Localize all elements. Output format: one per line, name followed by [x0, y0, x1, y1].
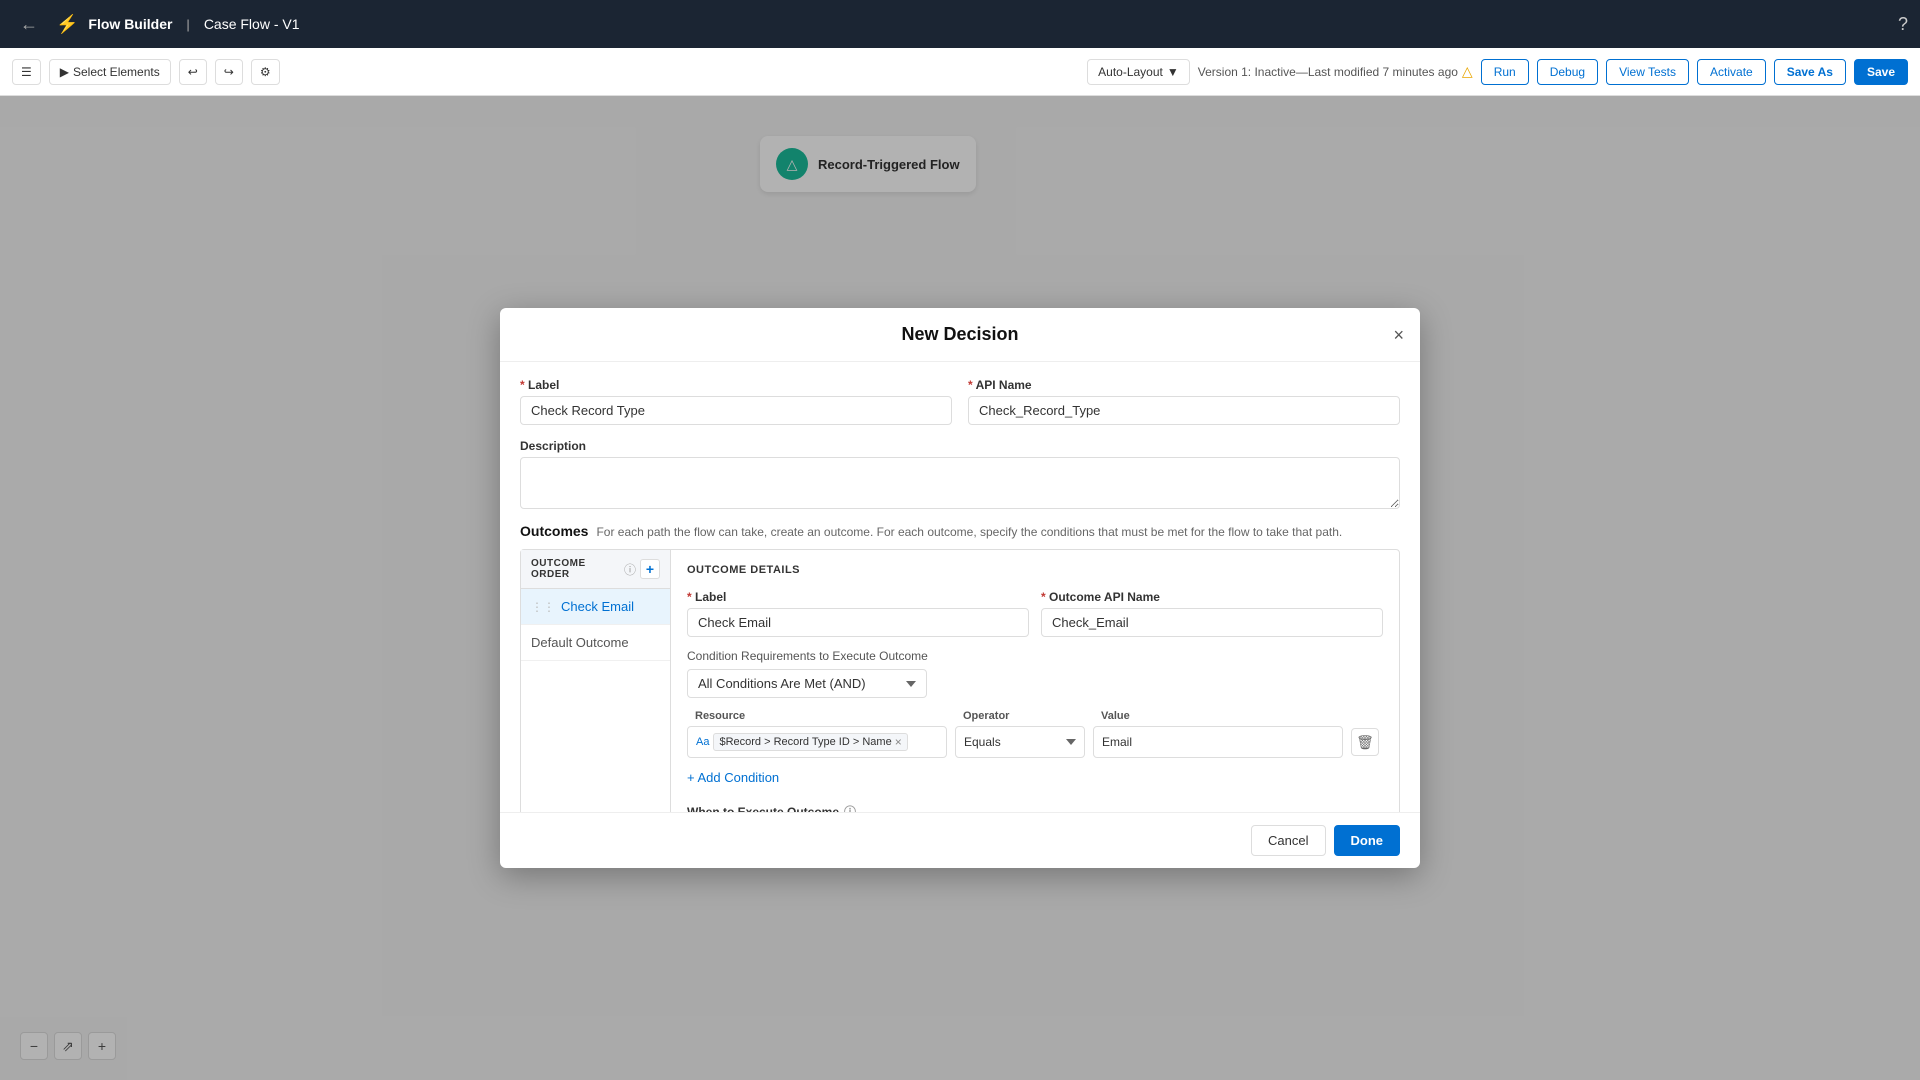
resource-type-icon: Aa	[696, 736, 709, 748]
when-execute-section: When to Execute Outcome ⓘ If the conditi…	[687, 803, 1383, 812]
when-execute-info-icon[interactable]: ⓘ	[844, 803, 856, 812]
condition-value-input[interactable]	[1093, 726, 1343, 758]
api-name-input[interactable]	[968, 396, 1400, 425]
nav-separator: |	[186, 17, 189, 32]
resource-col-label: Resource	[695, 710, 955, 722]
label-apiname-row: * Label * API Name	[520, 378, 1400, 425]
modal-body: * Label * API Name Description	[500, 362, 1420, 812]
description-row: Description	[520, 439, 1400, 509]
outcome-item-default[interactable]: Default Outcome	[521, 625, 670, 661]
drag-handle-icon: ⋮⋮	[531, 600, 555, 614]
condition-table-header: Resource Operator Value	[687, 710, 1383, 722]
outcome-api-name-required: *	[1041, 590, 1046, 604]
modal-footer: Cancel Done	[500, 812, 1420, 868]
warning-icon: △	[1462, 63, 1473, 80]
label-field-label: * Label	[520, 378, 952, 392]
select-elements-label: Select Elements	[73, 65, 160, 79]
outcome-order-label: OUTCOME ORDER	[531, 558, 624, 580]
settings-button[interactable]: ⚙	[251, 59, 280, 85]
save-as-button[interactable]: Save As	[1774, 59, 1846, 85]
outcome-details-header: OUTCOME DETAILS	[687, 564, 1383, 576]
add-condition-button[interactable]: + Add Condition	[687, 766, 779, 789]
outcomes-desc: For each path the flow can take, create …	[596, 525, 1342, 539]
api-name-field-group: * API Name	[968, 378, 1400, 425]
help-icon[interactable]: ?	[1898, 14, 1908, 35]
when-execute-label: When to Execute Outcome ⓘ	[687, 803, 1383, 812]
outcomes-header: Outcomes For each path the flow can take…	[520, 523, 1400, 539]
condition-req-section: Condition Requirements to Execute Outcom…	[687, 649, 1383, 698]
outcome-label-input[interactable]	[687, 608, 1029, 637]
condition-req-label: Condition Requirements to Execute Outcom…	[687, 649, 1383, 663]
done-button[interactable]: Done	[1334, 825, 1401, 856]
value-col-label: Value	[1101, 710, 1351, 722]
delete-icon: 🗑	[1356, 734, 1374, 751]
outcome-label-required: *	[687, 590, 692, 604]
condition-delete-button[interactable]: 🗑	[1351, 728, 1379, 756]
label-field-group: * Label	[520, 378, 952, 425]
version-label: Version 1: Inactive—Last modified 7 minu…	[1198, 63, 1473, 80]
resource-tag-close-icon[interactable]: ×	[895, 735, 902, 749]
add-outcome-button[interactable]: +	[640, 559, 660, 579]
outcome-api-name-group: * Outcome API Name	[1041, 590, 1383, 637]
outcome-order-actions: ⓘ +	[624, 559, 660, 579]
outcome-order-header: OUTCOME ORDER ⓘ +	[521, 550, 670, 589]
condition-row: Aa $Record > Record Type ID > Name × Equ…	[687, 726, 1383, 758]
operator-select[interactable]: Equals Not Equal To Contains Starts With…	[955, 726, 1085, 758]
outcome-label-apiname-row: * Label * Outcome API Name	[687, 590, 1383, 637]
redo-button[interactable]: ↪	[215, 59, 243, 85]
outcomes-title: Outcomes	[520, 523, 588, 539]
api-name-required-star: *	[968, 378, 973, 392]
label-required-star: *	[520, 378, 525, 392]
outcome-order-panel: OUTCOME ORDER ⓘ + ⋮⋮ Check Email Default…	[521, 550, 671, 812]
canvas: △ Record-Triggered Flow − ⇗ + New Decisi…	[0, 96, 1920, 1080]
select-elements-button[interactable]: ▶ Select Elements	[49, 59, 171, 85]
description-field-label: Description	[520, 439, 1400, 453]
auto-layout-button[interactable]: Auto-Layout ▼	[1087, 59, 1190, 85]
cancel-button[interactable]: Cancel	[1251, 825, 1325, 856]
chevron-down-icon: ▼	[1167, 65, 1179, 79]
debug-button[interactable]: Debug	[1537, 59, 1598, 85]
outcome-default-label: Default Outcome	[531, 635, 629, 650]
save-button[interactable]: Save	[1854, 59, 1908, 85]
toolbar-right: Auto-Layout ▼ Version 1: Inactive—Last m…	[1087, 59, 1908, 85]
toolbar: ☰ ▶ Select Elements ↩ ↪ ⚙ Auto-Layout ▼ …	[0, 48, 1920, 96]
outcomes-layout: OUTCOME ORDER ⓘ + ⋮⋮ Check Email Default…	[520, 549, 1400, 812]
view-tests-button[interactable]: View Tests	[1606, 59, 1689, 85]
flow-builder-icon: ⚡	[56, 14, 78, 35]
outcome-label-field-label: * Label	[687, 590, 1029, 604]
operator-col-label: Operator	[963, 710, 1093, 722]
outcome-label-group: * Label	[687, 590, 1029, 637]
activate-button[interactable]: Activate	[1697, 59, 1766, 85]
back-button[interactable]: ←	[12, 10, 46, 39]
sidebar-toggle-button[interactable]: ☰	[12, 59, 41, 85]
label-input[interactable]	[520, 396, 952, 425]
modal-title: New Decision	[901, 324, 1018, 345]
outcome-details-panel: OUTCOME DETAILS * Label *	[671, 550, 1399, 812]
version-text: Version 1: Inactive—Last modified 7 minu…	[1198, 65, 1458, 79]
undo-button[interactable]: ↩	[179, 59, 207, 85]
outcome-item-check-email[interactable]: ⋮⋮ Check Email	[521, 589, 670, 625]
outcome-api-name-field-label: * Outcome API Name	[1041, 590, 1383, 604]
auto-layout-label: Auto-Layout	[1098, 65, 1163, 79]
resource-tag: $Record > Record Type ID > Name ×	[713, 733, 907, 751]
condition-req-select[interactable]: All Conditions Are Met (AND) Any Conditi…	[687, 669, 927, 698]
condition-resource-input[interactable]: Aa $Record > Record Type ID > Name ×	[687, 726, 947, 758]
description-field-group: Description	[520, 439, 1400, 509]
outcome-order-info-icon[interactable]: ⓘ	[624, 561, 636, 578]
flow-builder-label: Flow Builder	[88, 16, 172, 32]
cursor-icon: ▶	[60, 65, 69, 79]
modal-header: New Decision ×	[500, 308, 1420, 362]
flow-name: Case Flow - V1	[204, 16, 300, 32]
modal-close-button[interactable]: ×	[1393, 326, 1404, 344]
run-button[interactable]: Run	[1481, 59, 1529, 85]
outcome-item-label: Check Email	[561, 599, 634, 614]
api-name-field-label: * API Name	[968, 378, 1400, 392]
outcome-api-name-input[interactable]	[1041, 608, 1383, 637]
description-textarea[interactable]	[520, 457, 1400, 509]
add-condition-label: + Add Condition	[687, 770, 779, 785]
resource-tag-label: $Record > Record Type ID > Name	[719, 736, 891, 748]
new-decision-modal: New Decision × * Label * API Name	[500, 308, 1420, 868]
top-nav: ← ⚡ Flow Builder | Case Flow - V1 ?	[0, 0, 1920, 48]
